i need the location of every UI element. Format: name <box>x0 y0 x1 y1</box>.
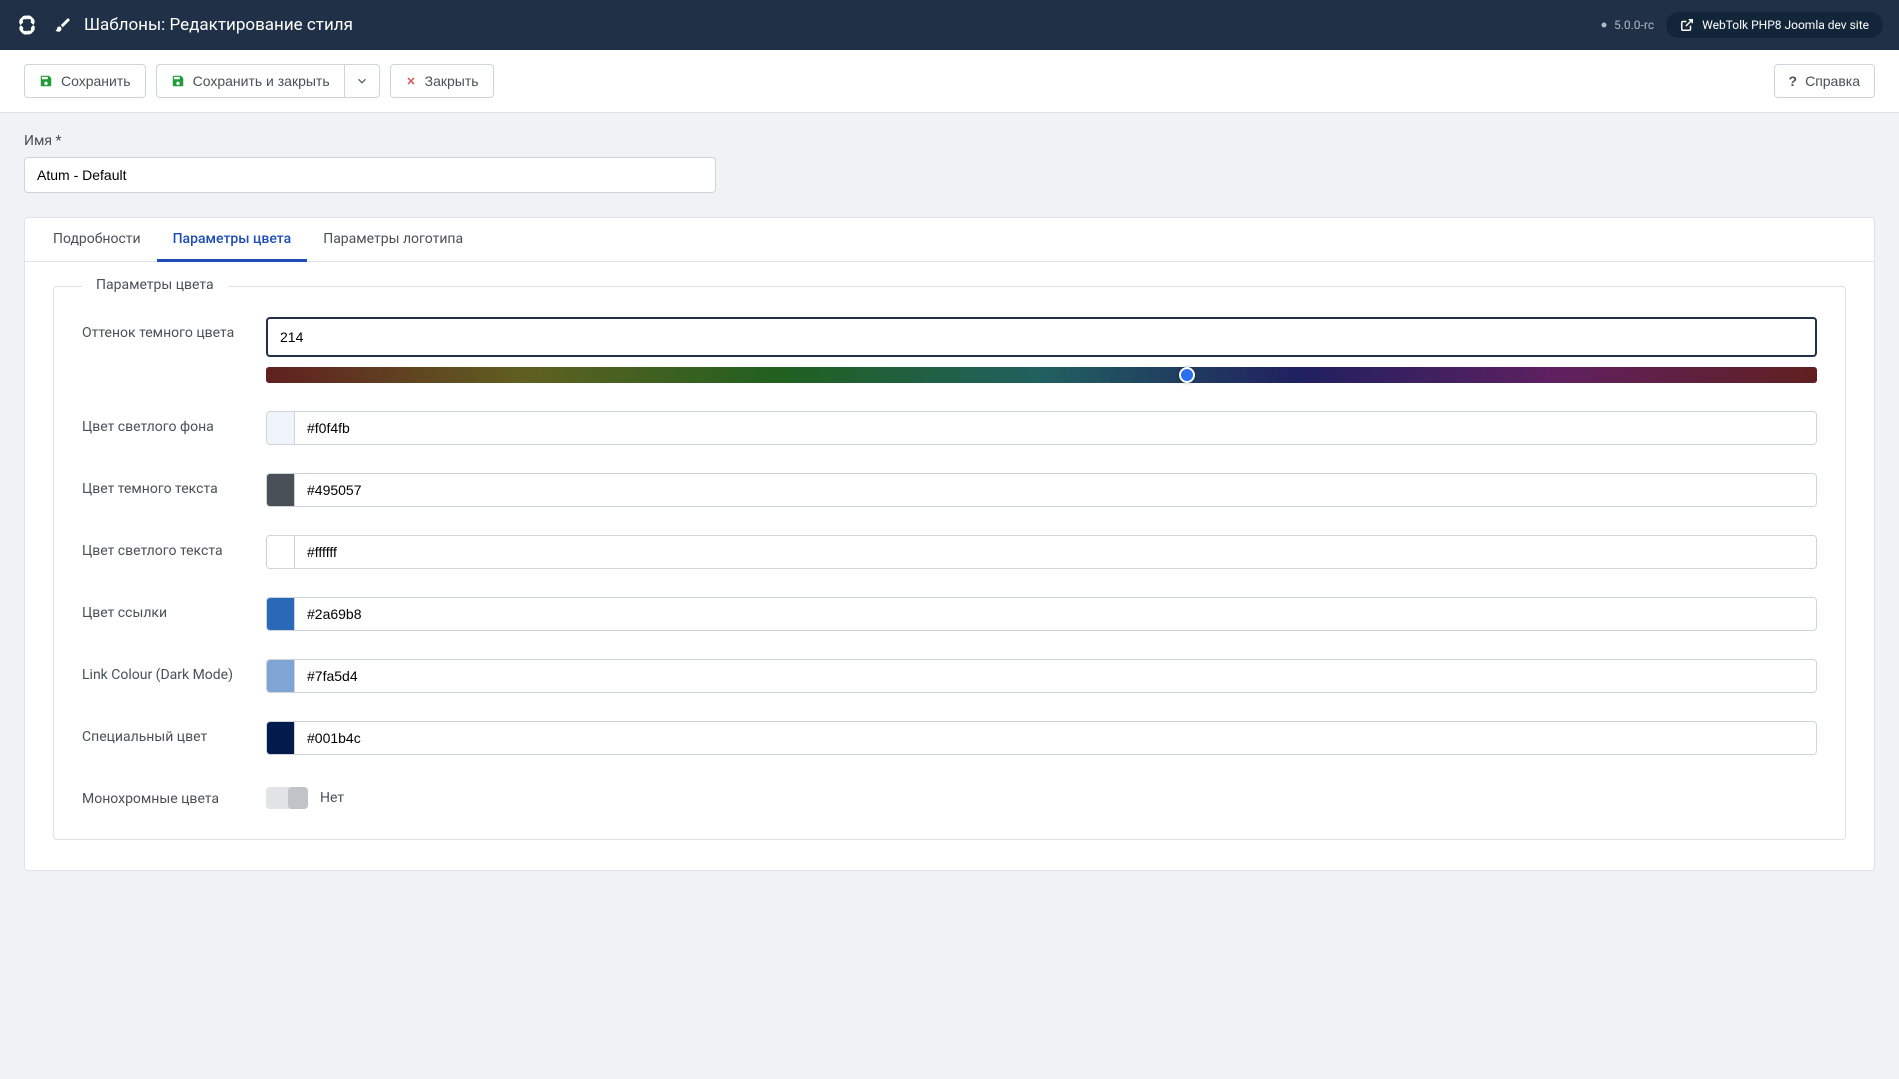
hue-slider[interactable] <box>266 367 1817 383</box>
save-icon <box>171 74 185 88</box>
name-input[interactable] <box>24 157 716 193</box>
bg-light-input[interactable] <box>295 412 1816 444</box>
page-title-wrap: Шаблоны: Редактирование стиля <box>54 15 353 35</box>
hue-control <box>266 317 1817 383</box>
hue-label: Оттенок темного цвета <box>82 317 266 341</box>
field-bg-light: Цвет светлого фона <box>82 411 1817 445</box>
mono-state: Нет <box>320 790 344 806</box>
site-link-text: WebTolk PHP8 Joomla dev site <box>1702 18 1869 32</box>
joomla-icon[interactable] <box>16 14 38 36</box>
field-link: Цвет ссылки <box>82 597 1817 631</box>
fieldset-legend: Параметры цвета <box>82 277 228 293</box>
tab-details[interactable]: Подробности <box>37 219 157 262</box>
tab-colors[interactable]: Параметры цвета <box>157 219 308 262</box>
hue-input[interactable] <box>266 317 1817 357</box>
special-control <box>266 721 1817 755</box>
text-light-swatch[interactable] <box>267 536 295 568</box>
text-dark-label: Цвет темного текста <box>82 473 266 497</box>
topbar-right: 5.0.0-rc WebTolk PHP8 Joomla dev site <box>1598 12 1883 38</box>
link-dark-label: Link Colour (Dark Mode) <box>82 659 266 683</box>
toolbar: Сохранить Сохранить и закрыть Закрыть <box>0 50 1899 113</box>
bg-light-swatch[interactable] <box>267 412 295 444</box>
color-fieldset: Параметры цвета Оттенок темного цвета Цв… <box>53 286 1846 840</box>
field-link-dark: Link Colour (Dark Mode) <box>82 659 1817 693</box>
version-badge[interactable]: 5.0.0-rc <box>1598 18 1654 32</box>
toolbar-right: ? Справка <box>1774 64 1875 98</box>
link-dark-input[interactable] <box>295 660 1816 692</box>
text-light-label: Цвет светлого текста <box>82 535 266 559</box>
save-icon <box>39 74 53 88</box>
bg-light-label: Цвет светлого фона <box>82 411 266 435</box>
hue-slider-handle[interactable] <box>1179 367 1195 383</box>
toolbar-left: Сохранить Сохранить и закрыть Закрыть <box>24 64 494 98</box>
chevron-down-icon <box>355 74 369 88</box>
tab-logo[interactable]: Параметры логотипа <box>307 219 479 262</box>
link-dark-control <box>266 659 1817 693</box>
field-mono: Монохромные цвета Нет <box>82 783 1817 809</box>
field-text-dark: Цвет темного текста <box>82 473 1817 507</box>
save-close-group: Сохранить и закрыть <box>156 64 380 98</box>
close-icon <box>405 75 417 87</box>
field-hue: Оттенок темного цвета <box>82 317 1817 383</box>
save-close-dropdown[interactable] <box>344 64 380 98</box>
page-title: Шаблоны: Редактирование стиля <box>84 15 353 35</box>
topbar: Шаблоны: Редактирование стиля 5.0.0-rc W… <box>0 0 1899 50</box>
mono-control: Нет <box>266 783 1817 809</box>
save-close-button[interactable]: Сохранить и закрыть <box>156 64 344 98</box>
link-control <box>266 597 1817 631</box>
field-special: Специальный цвет <box>82 721 1817 755</box>
text-dark-swatch[interactable] <box>267 474 295 506</box>
content: Имя * Подробности Параметры цвета Параме… <box>0 113 1899 891</box>
tabs-container: Подробности Параметры цвета Параметры ло… <box>24 217 1875 871</box>
save-button[interactable]: Сохранить <box>24 64 146 98</box>
link-input[interactable] <box>295 598 1816 630</box>
special-swatch[interactable] <box>267 722 295 754</box>
link-dark-swatch[interactable] <box>267 660 295 692</box>
site-link[interactable]: WebTolk PHP8 Joomla dev site <box>1666 12 1883 38</box>
close-button[interactable]: Закрыть <box>390 64 494 98</box>
brush-icon <box>54 16 72 34</box>
tabs: Подробности Параметры цвета Параметры ло… <box>25 218 1874 262</box>
text-dark-input[interactable] <box>295 474 1816 506</box>
bg-light-control <box>266 411 1817 445</box>
save-label: Сохранить <box>61 73 131 89</box>
link-swatch[interactable] <box>267 598 295 630</box>
help-button[interactable]: ? Справка <box>1774 64 1875 98</box>
name-label: Имя * <box>24 133 1875 149</box>
link-label: Цвет ссылки <box>82 597 266 621</box>
mono-toggle[interactable] <box>266 787 308 809</box>
help-label: Справка <box>1805 73 1860 89</box>
external-link-icon <box>1680 18 1694 32</box>
save-close-label: Сохранить и закрыть <box>193 73 330 89</box>
mono-toggle-handle <box>288 787 308 809</box>
tab-content: Параметры цвета Оттенок темного цвета Цв… <box>25 262 1874 870</box>
help-icon: ? <box>1789 73 1798 89</box>
field-text-light: Цвет светлого текста <box>82 535 1817 569</box>
joomla-small-icon <box>1598 19 1610 31</box>
special-label: Специальный цвет <box>82 721 266 745</box>
special-input[interactable] <box>295 722 1816 754</box>
version-text: 5.0.0-rc <box>1614 18 1654 32</box>
topbar-left: Шаблоны: Редактирование стиля <box>16 14 353 36</box>
text-dark-control <box>266 473 1817 507</box>
text-light-control <box>266 535 1817 569</box>
mono-label: Монохромные цвета <box>82 783 266 807</box>
close-label: Закрыть <box>425 73 479 89</box>
text-light-input[interactable] <box>295 536 1816 568</box>
